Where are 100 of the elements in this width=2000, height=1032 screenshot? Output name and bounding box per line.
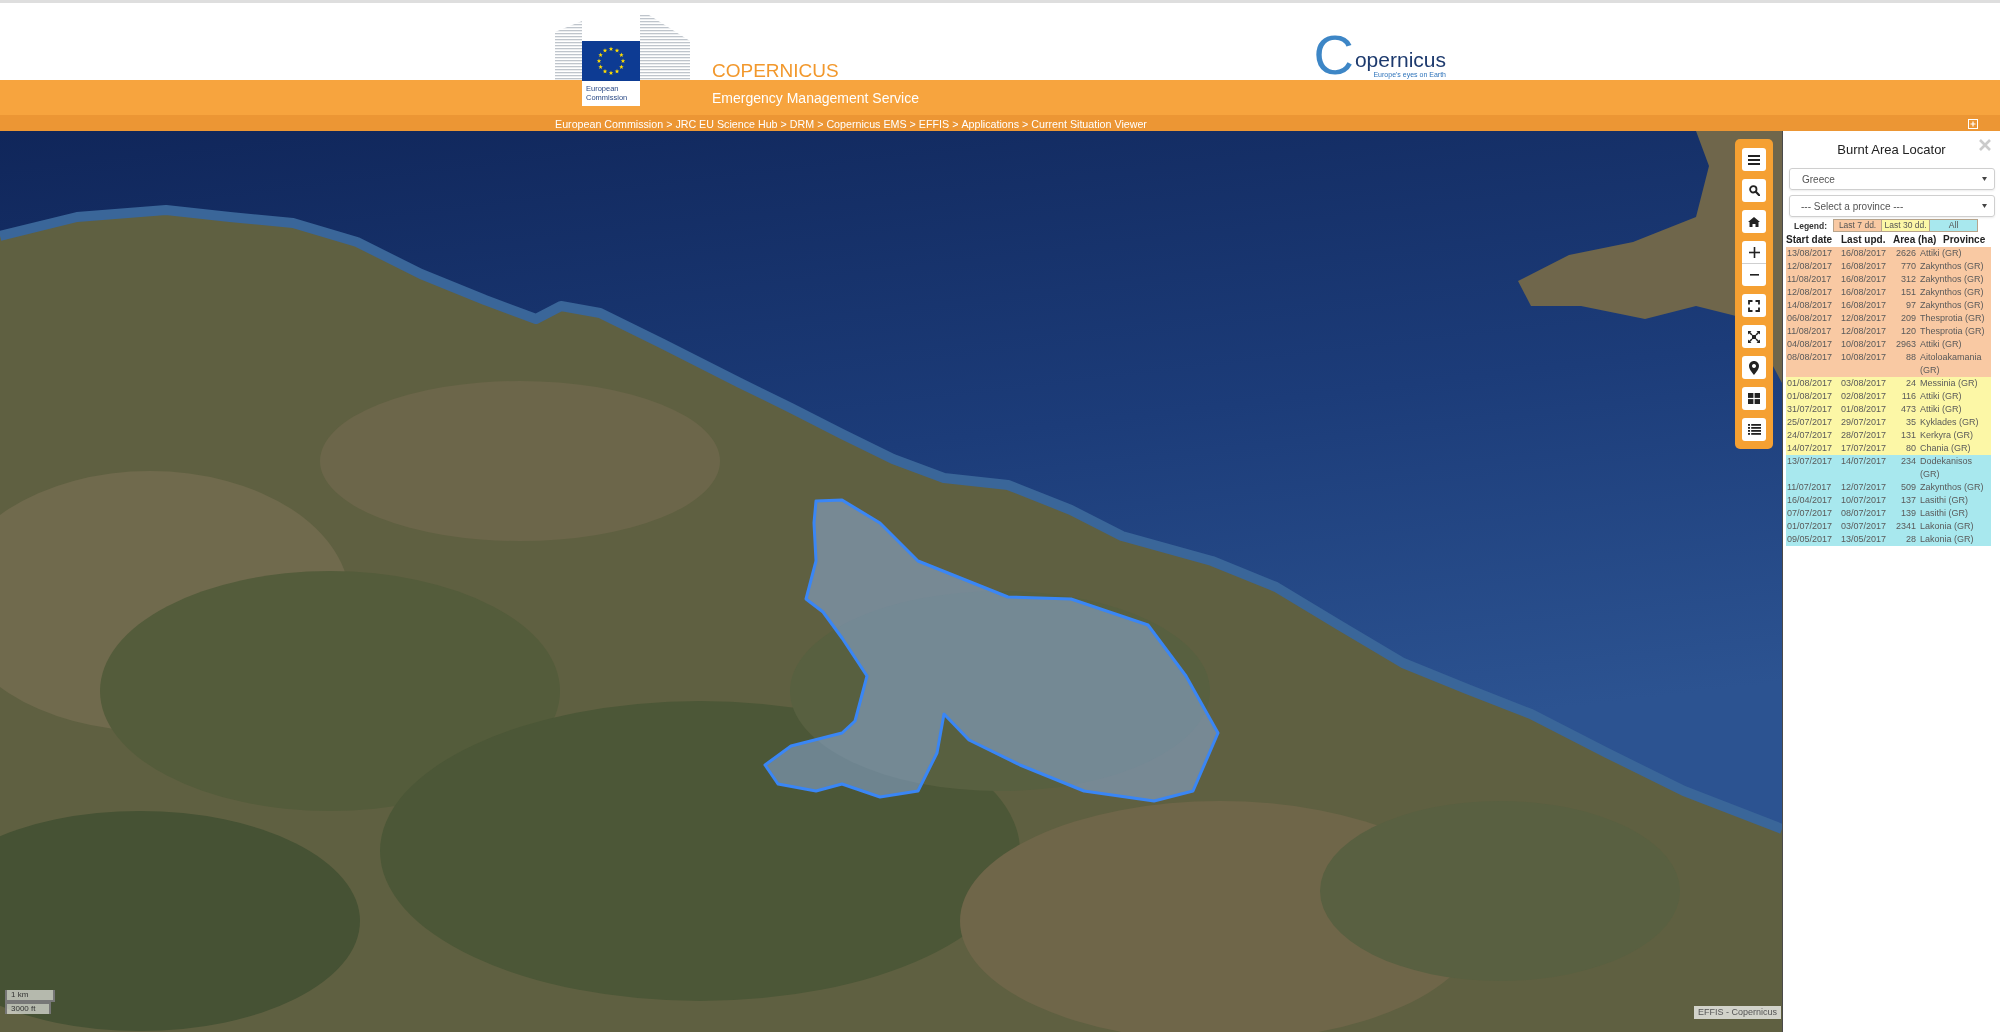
table-row[interactable]: 11/08/2017 12/08/2017 120 Thesprotia (GR) [1786, 325, 1991, 338]
table-cell-text: 29/07/2017 [1840, 416, 1888, 429]
table-cell-text: 131 [1899, 429, 1916, 442]
table-cell-text: 2963 [1894, 338, 1916, 351]
caret-icon [1982, 177, 1987, 181]
table-row[interactable]: 24/07/2017 28/07/2017 131 Kerkyra (GR) [1786, 429, 1991, 442]
table-row[interactable]: 25/07/2017 29/07/2017 35 Kyklades (GR) [1786, 416, 1991, 429]
table-cell-text: 2626 [1894, 247, 1916, 260]
table-cell-text: 24/07/2017 [1786, 429, 1834, 442]
breadcrumb-separator: > [817, 116, 824, 131]
grid-button[interactable] [1742, 387, 1766, 410]
zoom-out-button[interactable] [1742, 264, 1766, 286]
column-header[interactable]: Start date [1786, 234, 1841, 246]
eu-flag-icon [582, 41, 640, 81]
breadcrumb-separator: > [1022, 116, 1029, 131]
table-cell-text: 151 [1899, 286, 1916, 299]
table-row[interactable]: 06/08/2017 12/08/2017 209 Thesprotia (GR) [1786, 312, 1991, 325]
table-cell-text: 06/08/2017 [1786, 312, 1834, 325]
fullscreen-icon [1748, 299, 1760, 312]
table-row[interactable]: 07/07/2017 08/07/2017 139 Lasithi (GR) [1786, 507, 1991, 520]
table-cell-text: 312 [1899, 273, 1916, 286]
table-row[interactable]: 01/07/2017 03/07/2017 2341 Lakonia (GR) [1786, 520, 1991, 533]
table-cell-text: 07/07/2017 [1786, 507, 1834, 520]
site-subtitle: Emergency Management Service [712, 90, 919, 106]
map-attribution: EFFIS - Copernicus [1693, 1006, 1781, 1019]
map-pin-button[interactable] [1742, 356, 1766, 379]
table-cell-text: 31/07/2017 [1786, 403, 1834, 416]
breadcrumb-separator: > [780, 116, 787, 131]
table-row[interactable]: 12/08/2017 16/08/2017 770 Zakynthos (GR) [1786, 260, 1991, 273]
four-arrows-button[interactable] [1742, 325, 1766, 348]
table-cell-text: 08/08/2017 [1786, 351, 1834, 364]
country-select[interactable]: Greece [1789, 168, 1995, 190]
table-cell-text: 14/08/2017 [1786, 299, 1834, 312]
menu-button[interactable] [1742, 148, 1766, 171]
table-cell-text: 01/08/2017 [1786, 390, 1834, 403]
map-pin-icon [1749, 360, 1759, 375]
legend-item: Last 7 dd. [1833, 219, 1883, 232]
table-row[interactable]: 04/08/2017 10/08/2017 2963 Attiki (GR) [1786, 338, 1991, 351]
table-row[interactable]: 14/08/2017 16/08/2017 97 Zakynthos (GR) [1786, 299, 1991, 312]
table-row[interactable]: 16/04/2017 10/07/2017 137 Lasithi (GR) [1786, 494, 1991, 507]
table-cell-text: 14/07/2017 [1840, 455, 1888, 468]
table-row[interactable]: 09/05/2017 13/05/2017 28 Lakonia (GR) [1786, 533, 1991, 546]
table-cell-text: 03/08/2017 [1840, 377, 1888, 390]
table-row[interactable]: 01/08/2017 03/08/2017 24 Messinia (GR) [1786, 377, 1991, 390]
column-header[interactable]: Area (ha) [1893, 234, 1943, 246]
table-cell-text: 770 [1899, 260, 1916, 273]
table-cell-text: 01/08/2017 [1840, 403, 1888, 416]
table-cell-text: 509 [1899, 481, 1916, 494]
list-button[interactable] [1742, 418, 1766, 441]
column-header[interactable]: Province [1943, 234, 1991, 246]
caret-icon [1982, 204, 1987, 208]
search-button[interactable] [1742, 179, 1766, 202]
table-cell-text: Messinia (GR) [1919, 377, 1979, 390]
table-cell-text: Lasithi (GR) [1919, 494, 1969, 507]
table-cell-text: 28/07/2017 [1840, 429, 1888, 442]
table-cell-text: 01/07/2017 [1786, 520, 1834, 533]
table-cell-text: 16/08/2017 [1840, 273, 1888, 286]
column-header[interactable]: Last upd. [1841, 234, 1893, 246]
table-cell-text: Attiki (GR) [1919, 338, 1963, 351]
table-cell-text: Lakonia (GR) [1919, 533, 1975, 546]
table-cell-text: 473 [1899, 403, 1916, 416]
breadcrumb-separator: > [952, 116, 959, 131]
table-cell-text: 88 [1905, 351, 1916, 364]
table-cell-text: 16/04/2017 [1786, 494, 1834, 507]
table-cell-text: 13/07/2017 [1786, 455, 1834, 468]
table-row[interactable]: 31/07/2017 01/08/2017 473 Attiki (GR) [1786, 403, 1991, 416]
table-cell-text: 139 [1899, 507, 1916, 520]
table-cell-text: Dodekanisos (GR) [1919, 455, 1974, 481]
table-cell-text: 2341 [1894, 520, 1916, 533]
minus-icon [1749, 274, 1759, 276]
table-cell-text: 12/08/2017 [1840, 312, 1888, 325]
table-row[interactable]: 01/08/2017 02/08/2017 116 Attiki (GR) [1786, 390, 1991, 403]
table-row[interactable]: 08/08/2017 10/08/2017 88 Aitoloakamania (GR) [1786, 351, 1991, 377]
four-arrows-icon [1748, 330, 1760, 343]
province-select[interactable]: --- Select a province --- [1789, 195, 1995, 217]
table-row[interactable]: 11/08/2017 16/08/2017 312 Zakynthos (GR) [1786, 273, 1991, 286]
legend-item: Last 30 dd. [1881, 219, 1931, 232]
table-cell-text: 16/08/2017 [1840, 247, 1888, 260]
table-row[interactable]: 11/07/2017 12/07/2017 509 Zakynthos (GR) [1786, 481, 1991, 494]
table-row[interactable]: 12/08/2017 16/08/2017 151 Zakynthos (GR) [1786, 286, 1991, 299]
breadcrumb-separator: > [666, 116, 673, 131]
zoom-in-button[interactable] [1742, 241, 1766, 264]
table-row[interactable]: 14/07/2017 17/07/2017 80 Chania (GR) [1786, 442, 1991, 455]
table-cell-text: 08/07/2017 [1840, 507, 1888, 520]
table-cell-text: Thesprotia (GR) [1919, 325, 1986, 338]
table-cell-text: 12/08/2017 [1840, 325, 1888, 338]
table-cell-text: 14/07/2017 [1786, 442, 1834, 455]
table-cell-text: 10/08/2017 [1840, 351, 1888, 364]
table-row[interactable]: 13/08/2017 16/08/2017 2626 Attiki (GR) [1786, 247, 1991, 260]
menu-icon [1748, 154, 1760, 165]
table-cell-text: Chania (GR) [1919, 442, 1972, 455]
table-row[interactable]: 13/07/2017 14/07/2017 234 Dodekanisos (GR) [1786, 455, 1991, 481]
table-cell-text: Lasithi (GR) [1919, 507, 1969, 520]
table-cell-text: 12/08/2017 [1786, 286, 1834, 299]
table-cell-text: Thesprotia (GR) [1919, 312, 1986, 325]
scale-bar-metric: 1 km [5, 990, 55, 1002]
table-cell-text: Zakynthos (GR) [1919, 260, 1985, 273]
table-cell-text: 09/05/2017 [1786, 533, 1834, 546]
home-button[interactable] [1742, 210, 1766, 233]
fullscreen-button[interactable] [1742, 294, 1766, 317]
